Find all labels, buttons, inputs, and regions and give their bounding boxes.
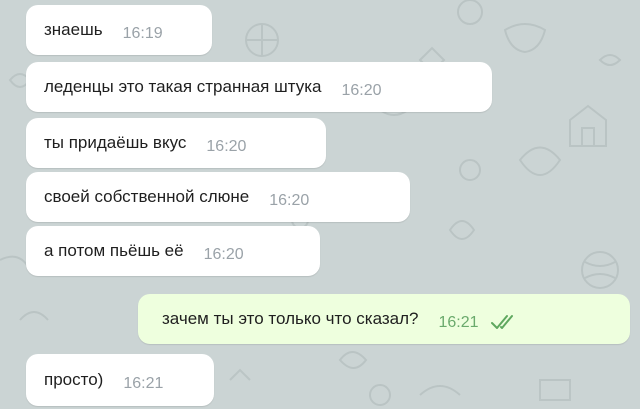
message-text: ты придаёшь вкус xyxy=(44,133,187,152)
message-bubble[interactable]: знаешь 16:19 xyxy=(26,5,212,55)
message-bubble[interactable]: ты придаёшь вкус 16:20 xyxy=(26,118,326,168)
message-text: просто) xyxy=(44,370,104,389)
message-bubble-outgoing[interactable]: зачем ты это только что сказал? 16:21 xyxy=(138,294,630,344)
message-time: 16:21 xyxy=(123,375,164,392)
message-text: знаешь xyxy=(44,20,103,39)
double-check-icon xyxy=(490,315,513,329)
message-bubble[interactable]: леденцы это такая странная штука 16:20 xyxy=(26,62,492,112)
message-bubble[interactable]: просто) 16:21 xyxy=(26,354,214,406)
message-text: своей собственной слюне xyxy=(44,187,250,206)
message-text: а потом пьёшь её xyxy=(44,241,184,260)
message-time: 16:20 xyxy=(269,192,310,209)
message-list[interactable]: знаешь 16:19 леденцы это такая странная … xyxy=(0,0,640,409)
message-bubble[interactable]: а потом пьёшь её 16:20 xyxy=(26,226,320,276)
message-time: 16:20 xyxy=(341,82,382,99)
message-text: леденцы это такая странная штука xyxy=(44,77,322,96)
message-time: 16:20 xyxy=(206,138,247,155)
message-time: 16:21 xyxy=(438,314,479,331)
message-bubble[interactable]: своей собственной слюне 16:20 xyxy=(26,172,410,222)
message-time: 16:20 xyxy=(203,246,244,263)
message-time: 16:19 xyxy=(122,25,163,42)
message-text: зачем ты это только что сказал? xyxy=(162,309,419,328)
